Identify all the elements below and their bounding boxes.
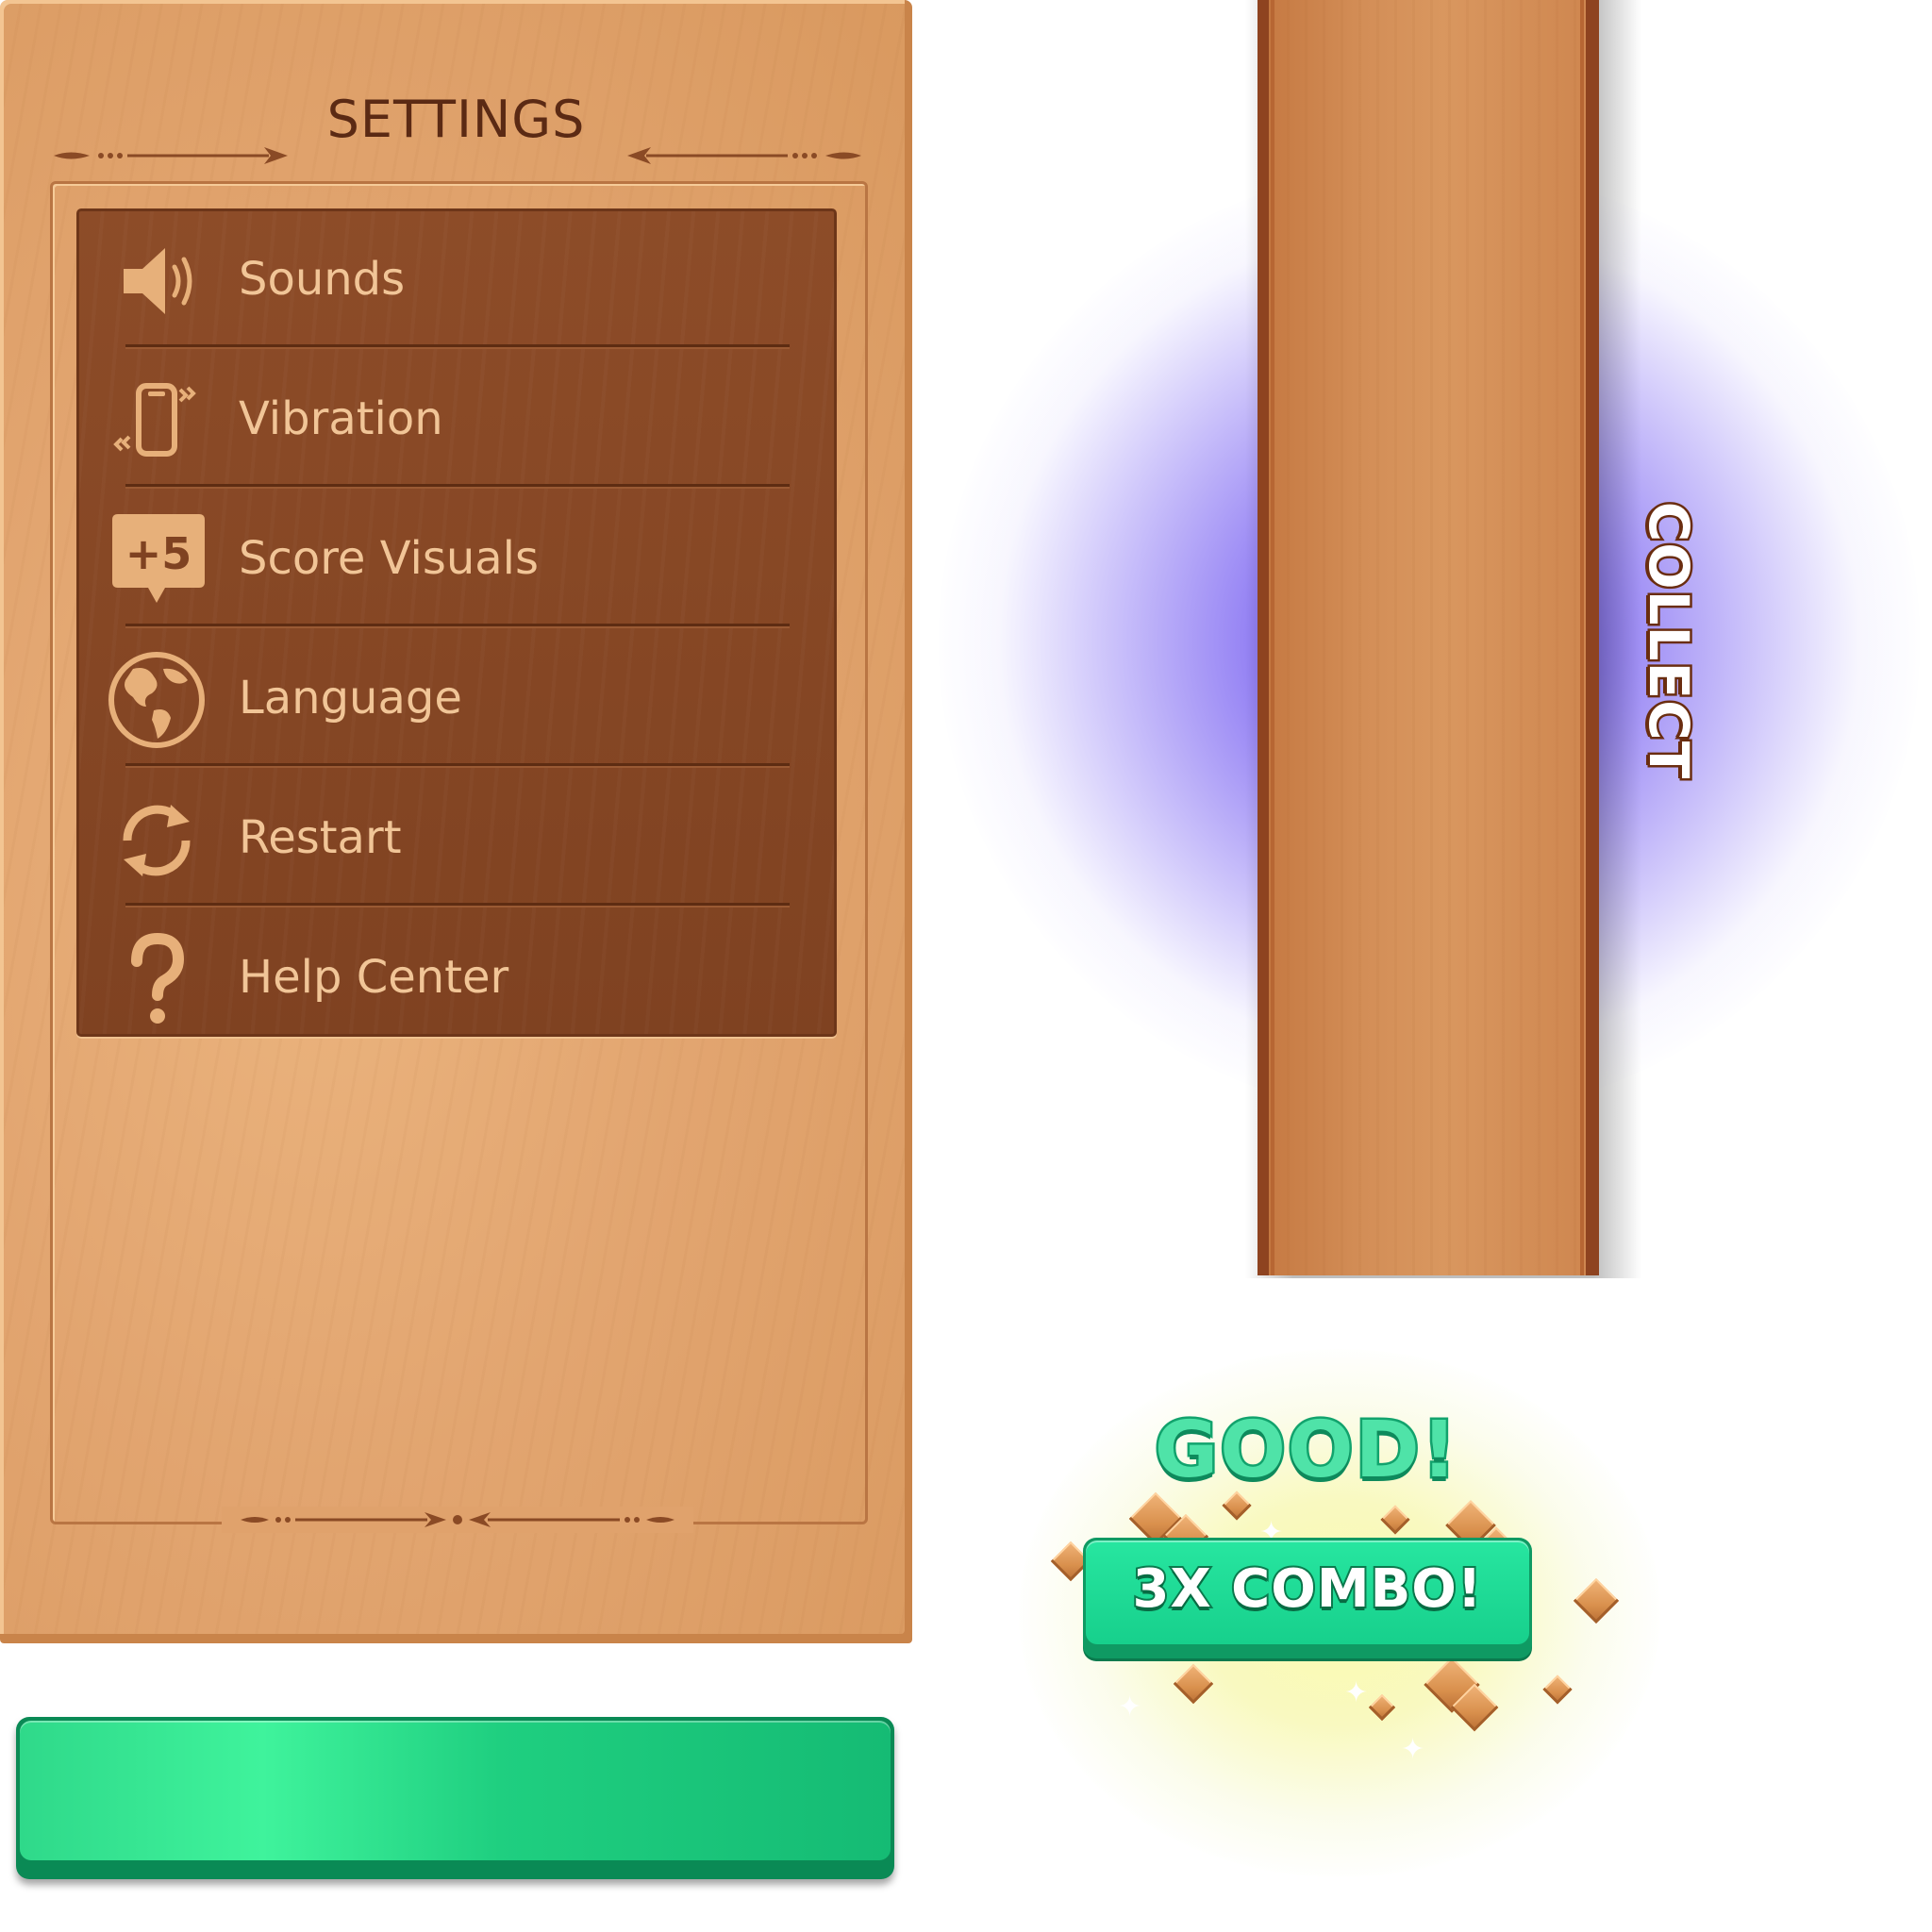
menu-item-help-center[interactable]: Help Center: [76, 907, 837, 1044]
green-bar-button[interactable]: [16, 1717, 894, 1879]
divider: [125, 624, 790, 626]
question-mark-icon: [131, 932, 185, 1024]
menu-item-label: Help Center: [239, 951, 509, 1004]
ornament-left-icon: [54, 147, 288, 164]
combo-text: 3X COMBO!: [1131, 1557, 1484, 1622]
green-bar-face: [20, 1721, 891, 1860]
menu-item-vibration[interactable]: Vibration: [76, 348, 837, 486]
speaker-icon: [124, 248, 192, 314]
divider: [125, 484, 790, 487]
settings-title: SETTINGS: [326, 90, 586, 149]
ornament-bottom-icon: [222, 1507, 693, 1533]
plus-five-bubble-icon: +5: [112, 514, 205, 603]
menu-item-sounds[interactable]: Sounds: [76, 208, 837, 346]
sparkle-icon: ✦: [1401, 1733, 1425, 1766]
collect-label: COLLECT: [1635, 499, 1704, 782]
menu-item-label: Language: [239, 672, 462, 724]
divider: [125, 763, 790, 766]
settings-panel: SETTINGS Sounds Vibration +5 Score Visua…: [0, 0, 912, 1643]
divider: [125, 903, 790, 906]
menu-item-language[interactable]: Language: [76, 627, 837, 765]
sparkle-icon: ✦: [1118, 1690, 1142, 1724]
sparkle-icon: ✦: [1344, 1676, 1369, 1709]
settings-menu: Sounds Vibration +5 Score Visuals Langua…: [76, 208, 837, 1037]
phone-vibrate-icon: [113, 383, 196, 457]
menu-item-label: Vibration: [239, 392, 443, 445]
wood-plank: [1257, 0, 1599, 1275]
combo-badge: 3X COMBO!: [1083, 1538, 1532, 1658]
plus-five-text: +5: [125, 528, 192, 579]
menu-item-label: Sounds: [239, 253, 406, 306]
menu-item-score-visuals[interactable]: +5 Score Visuals: [76, 488, 837, 625]
menu-item-label: Score Visuals: [239, 532, 539, 585]
divider: [125, 344, 790, 347]
ornament-right-icon: [627, 147, 861, 164]
refresh-icon: [123, 805, 191, 876]
good-text: GOOD!: [1152, 1404, 1459, 1498]
globe-icon: [108, 652, 205, 748]
menu-item-label: Restart: [239, 811, 402, 864]
menu-item-restart[interactable]: Restart: [76, 767, 837, 905]
